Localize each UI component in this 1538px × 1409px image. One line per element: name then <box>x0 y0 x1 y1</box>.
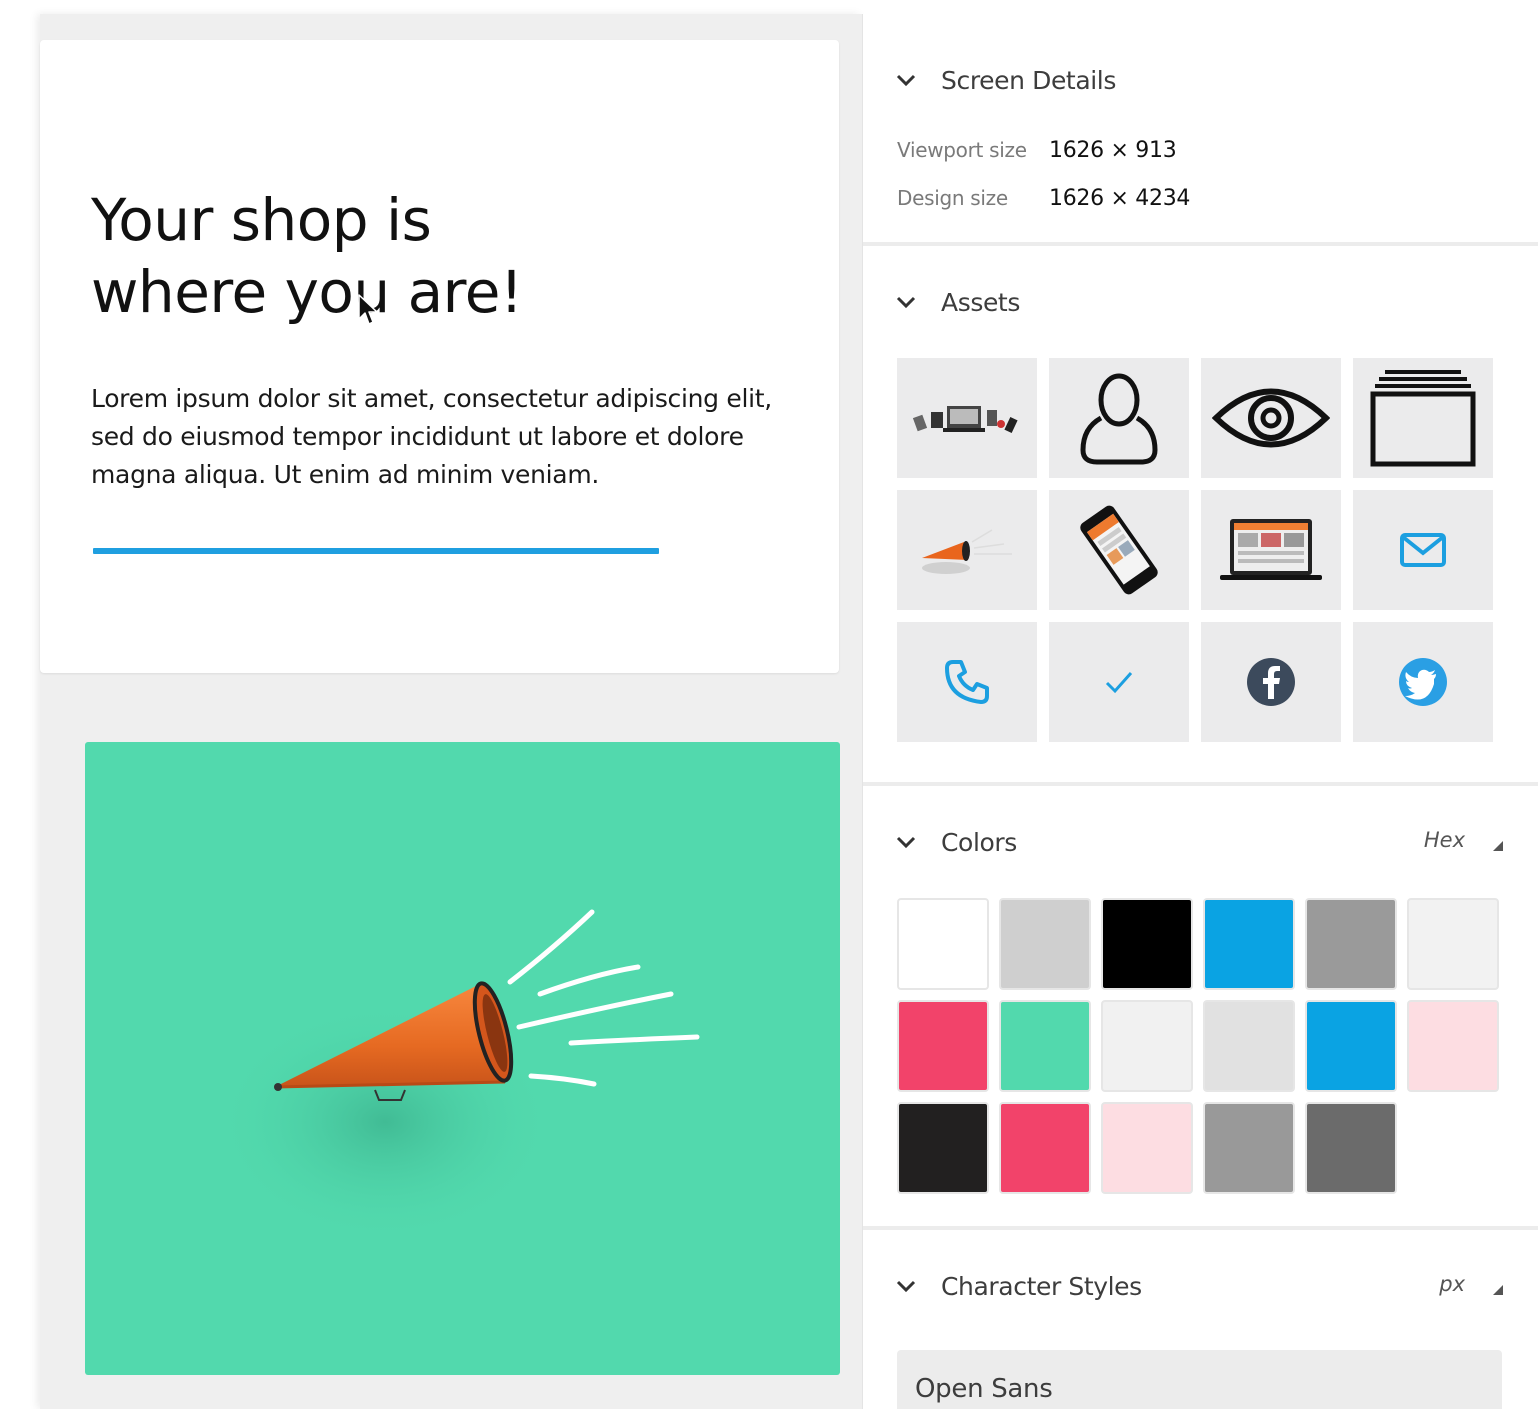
promo-image-card[interactable] <box>85 742 840 1375</box>
viewport-size-label: Viewport size <box>897 138 1027 162</box>
color-swatch[interactable] <box>1101 1000 1193 1092</box>
hero-title-line-1: Your shop is <box>91 186 432 254</box>
asset-mail-icon[interactable] <box>1353 490 1493 610</box>
font-family-name: Open Sans <box>915 1374 1053 1404</box>
asset-grid <box>897 358 1493 742</box>
color-swatch[interactable] <box>999 1000 1091 1092</box>
check-icon <box>1105 672 1133 694</box>
color-swatch[interactable] <box>897 1000 989 1092</box>
design-preview-canvas[interactable]: Your shop is where you are! Lorem ipsum … <box>40 14 862 1409</box>
screen-details-section: Screen Details Viewport size 1626 × 913 … <box>863 14 1538 246</box>
mail-icon <box>1400 533 1446 567</box>
asset-facebook-icon[interactable] <box>1201 622 1341 742</box>
twitter-icon <box>1399 658 1447 706</box>
color-swatch[interactable] <box>1101 898 1193 990</box>
colors-header[interactable]: Colors <box>895 822 1017 862</box>
laptop-photo-icon <box>1220 519 1322 580</box>
dropdown-triangle-icon <box>1493 841 1503 851</box>
assets-header[interactable]: Assets <box>895 282 1020 322</box>
phone-call-icon <box>945 660 989 704</box>
inspector-panel: Screen Details Viewport size 1626 × 913 … <box>862 14 1538 1409</box>
megaphone-photo-icon <box>922 529 1012 574</box>
assets-title: Assets <box>941 287 1020 317</box>
stack-icon <box>1370 370 1476 467</box>
asset-stack-icon[interactable] <box>1353 358 1493 478</box>
smartphone-photo-icon <box>1080 505 1158 595</box>
mouse-cursor-icon <box>358 294 378 325</box>
color-swatch[interactable] <box>999 898 1091 990</box>
colors-title: Colors <box>941 827 1017 857</box>
color-swatch[interactable] <box>1203 898 1295 990</box>
color-swatch[interactable] <box>1407 898 1499 990</box>
color-swatch[interactable] <box>1203 1102 1295 1194</box>
asset-twitter-icon[interactable] <box>1353 622 1493 742</box>
unit-label: px <box>1439 1272 1465 1296</box>
chevron-down-icon <box>896 296 916 309</box>
viewport-size-value[interactable]: 1626 × 913 <box>1049 138 1177 163</box>
color-swatch-grid <box>897 898 1499 1194</box>
asset-phone-photo[interactable] <box>1049 490 1189 610</box>
color-format-label: Hex <box>1423 828 1465 852</box>
color-swatch[interactable] <box>1101 1102 1193 1194</box>
dropdown-triangle-icon <box>1493 1285 1503 1295</box>
chevron-down-icon <box>896 1280 916 1293</box>
screen-details-header[interactable]: Screen Details <box>895 60 1116 100</box>
asset-check-icon[interactable] <box>1049 622 1189 742</box>
hero-body-text[interactable]: Lorem ipsum dolor sit amet, consectetur … <box>91 380 811 494</box>
chevron-down-icon <box>896 836 916 849</box>
character-styles-header[interactable]: Character Styles <box>895 1266 1142 1306</box>
design-size-value[interactable]: 1626 × 4234 <box>1049 186 1190 211</box>
viewport-size-row: Viewport size 1626 × 913 <box>897 138 1177 163</box>
user-icon <box>1080 373 1158 465</box>
eye-icon <box>1212 388 1330 448</box>
asset-eye-icon[interactable] <box>1201 358 1341 478</box>
asset-devices-photo[interactable] <box>897 358 1037 478</box>
color-swatch[interactable] <box>1407 1000 1499 1092</box>
asset-user-icon[interactable] <box>1049 358 1189 478</box>
color-swatch[interactable] <box>1203 1000 1295 1092</box>
color-swatch[interactable] <box>897 898 989 990</box>
facebook-icon <box>1247 658 1295 706</box>
asset-laptop-photo[interactable] <box>1201 490 1341 610</box>
asset-megaphone-photo[interactable] <box>897 490 1037 610</box>
hero-underline-bar[interactable] <box>93 548 659 554</box>
color-format-dropdown[interactable]: Hex <box>1424 820 1503 860</box>
color-swatch[interactable] <box>1305 1102 1397 1194</box>
unit-dropdown[interactable]: px <box>1439 1264 1503 1304</box>
devices-photo-icon <box>912 406 1018 434</box>
character-styles-title: Character Styles <box>941 1271 1142 1301</box>
design-size-row: Design size 1626 × 4234 <box>897 186 1190 211</box>
screen-details-title: Screen Details <box>941 65 1116 95</box>
chevron-down-icon <box>896 74 916 87</box>
color-swatch[interactable] <box>999 1102 1091 1194</box>
megaphone-illustration <box>215 909 700 1242</box>
color-swatch[interactable] <box>1305 1000 1397 1092</box>
hero-card[interactable]: Your shop is where you are! Lorem ipsum … <box>40 40 839 673</box>
color-swatch[interactable] <box>897 1102 989 1194</box>
asset-phone-call-icon[interactable] <box>897 622 1037 742</box>
color-swatch[interactable] <box>1305 898 1397 990</box>
design-size-label: Design size <box>897 186 1008 210</box>
character-style-card[interactable]: Open Sans <box>897 1350 1502 1409</box>
